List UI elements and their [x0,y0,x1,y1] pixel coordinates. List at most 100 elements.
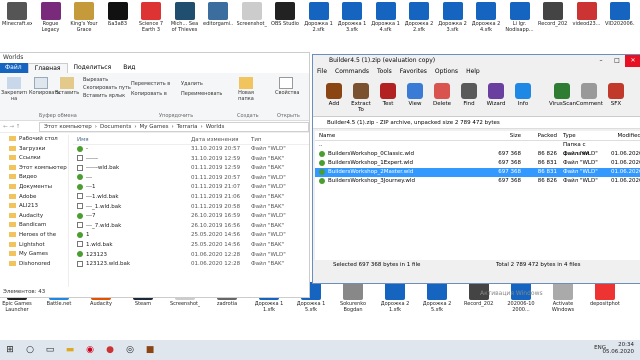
toolbar-button[interactable]: Info [510,77,536,116]
app-taskbar-icon[interactable]: ■ [140,343,160,357]
file-row[interactable]: ------wld.bak 01.11.2019 12:59 Файл "BAK" [73,164,309,174]
column-name[interactable]: Имя [73,135,191,144]
file-row[interactable]: ---_7.wld.bak 26.10.2019 16:56 Файл "BAK" [73,222,309,232]
desktop-shortcut-18[interactable]: VID202006... [605,2,635,33]
toolbar-button[interactable]: View [402,77,428,116]
breadcrumb-item[interactable]: Documents [100,124,131,130]
breadcrumb-item[interactable]: My Games [140,124,169,130]
nav-item[interactable]: Adobe [0,193,68,203]
file-row[interactable]: ---_1.wld.bak 01.11.2019 20:58 Файл "BAK" [73,203,309,213]
nav-arrows-icon[interactable]: ← → ↑ [0,124,39,130]
file-row[interactable]: 123123.wld.bak 01.06.2020 12:28 Файл "BAK" [73,260,309,270]
column-size[interactable]: Size [487,131,521,140]
file-row[interactable]: ---1.wld.bak 01.11.2019 21:06 Файл "BAK" [73,193,309,203]
desktop-shortcut-0[interactable]: Minecraft.ex... [2,2,32,33]
archive-row[interactable]: BuildersWorkshop_3Journey.wld 697 368 86 8… [315,177,640,186]
desktop-shortcut-3[interactable]: Ба3а83 [103,2,133,33]
desktop-shortcut-1[interactable]: Rogue Legacy [36,2,66,33]
file-row[interactable]: - 31.10.2019 20:57 Файл "WLD" [73,145,309,155]
desktop-shortcut-bottom-9[interactable]: Дорожка 2 1.sfk [380,282,410,313]
menu-item[interactable]: Tools [377,67,392,77]
archive-row[interactable]: BuildersWorkshop_2Master.wld 697 368 86 83… [315,168,640,177]
search-icon[interactable]: ○ [20,343,40,357]
close-icon[interactable]: ✕ [625,55,640,67]
rename-button[interactable]: Переименовать [181,91,222,97]
desktop-shortcut-bottom-11[interactable]: Record_202... [464,282,494,313]
desktop-shortcut-12[interactable]: Дорожка 2 2.sfk [404,2,434,33]
desktop-shortcut-bottom-14[interactable]: depositphoto [590,282,620,313]
desktop-shortcut-15[interactable]: Li Igr. Nodisapp... [505,2,535,33]
maximize-icon[interactable]: □ [609,55,625,67]
tab-file[interactable]: Файл [0,63,28,73]
language-indicator[interactable]: ENG [594,345,606,352]
column-type[interactable]: Type [557,131,611,140]
delete-button[interactable]: Удалить [181,81,203,87]
start-icon[interactable]: ⊞ [0,343,20,357]
toolbar-button[interactable]: Wizard [483,77,509,116]
column-modified[interactable]: Modified [611,131,640,140]
new-folder-button[interactable]: Новая папка [235,77,257,102]
desktop-shortcut-14[interactable]: Дорожка 2 4.sfk [471,2,501,33]
file-explorer-taskbar-icon[interactable]: ▬ [60,343,80,357]
archive-row[interactable]: BuildersWorkshop_0Classic.wld 697 368 86 8… [315,150,640,159]
toolbar-button[interactable]: Add [321,77,347,116]
clock-date[interactable]: 05.06.2020 [603,349,635,356]
file-row[interactable]: ------ 31.10.2019 12:59 Файл "BAK" [73,155,309,165]
tab-share[interactable]: Поделиться [68,63,118,73]
file-row[interactable]: 1 25.05.2020 14:56 Файл "WLD" [73,231,309,241]
move-to-button[interactable]: Переместить в [131,81,170,87]
desktop-shortcut-13[interactable]: Дорожка 2 3.sfk [438,2,468,33]
column-packed[interactable]: Packed [521,131,557,140]
properties-button[interactable]: Свойства [275,77,299,96]
desktop-shortcut-16[interactable]: Record_202... [538,2,568,33]
desktop-shortcut-8[interactable]: OBS Studio [270,2,300,33]
nav-item[interactable]: Этот компьютер [0,164,68,174]
nav-item[interactable]: Bandicam [0,221,68,231]
file-row[interactable]: 1.wld.bak 25.05.2020 14:56 Файл "BAK" [73,241,309,251]
desktop-shortcut-bottom-8[interactable]: Sokurenko Bogdan [338,282,368,313]
column-name[interactable]: Name [315,131,487,140]
desktop-shortcut-bottom-13[interactable]: Activate Windows [548,282,578,313]
column-date[interactable]: Дата изменения [191,135,251,144]
paste-button[interactable]: Вставить [55,77,79,96]
record-taskbar-icon[interactable]: ● [100,343,120,357]
file-row[interactable]: --- 01.11.2019 20:57 Файл "WLD" [73,174,309,184]
toolbar-button[interactable]: Extract To [348,77,374,116]
menu-item[interactable]: Options [435,67,458,77]
nav-item[interactable]: Audacity [0,212,68,222]
desktop-shortcut-bottom-10[interactable]: Дорожка 2 5.sfk [422,282,452,313]
file-row[interactable]: 123123 01.06.2020 12:28 Файл "WLD" [73,251,309,261]
breadcrumb-item[interactable]: Terraria [177,124,198,130]
tab-home[interactable]: Главная [27,63,68,73]
nav-item[interactable]: Рабочий стол [0,135,68,145]
toolbar-button[interactable]: VirusScan [549,77,576,116]
toolbar-button[interactable]: Find [456,77,482,116]
copy-path-button[interactable]: Скопировать путь [83,85,131,91]
desktop-shortcut-9[interactable]: Дорожка 1 2.sfk [304,2,334,33]
desktop-shortcut-2[interactable]: King's Your Grace [69,2,99,33]
desktop-shortcut-7[interactable]: Screenshot_4 [237,2,267,33]
desktop-shortcut-bottom-12[interactable]: 202006-10 2000... [506,282,536,313]
clock-time[interactable]: 20:34 [603,342,634,349]
menu-item[interactable]: Favorites [400,67,427,77]
breadcrumb-item[interactable]: Этот компьютер [44,124,92,130]
archive-row[interactable]: BuildersWorkshop_1Expert.wld 697 368 86 83… [315,159,640,168]
breadcrumb-item[interactable]: Worlds [206,124,225,130]
copy-button[interactable]: Копировать [29,77,60,96]
menu-item[interactable]: Commands [335,67,369,77]
desktop-shortcut-17[interactable]: videod23... [572,2,602,33]
nav-item[interactable]: Видео [0,173,68,183]
address-path[interactable]: Этот компьютер › Documents › My Games › Terrar… [39,121,309,132]
tab-view[interactable]: Вид [117,63,141,73]
menu-item[interactable]: File [317,67,327,77]
toolbar-button[interactable]: Test [375,77,401,116]
task-view-icon[interactable]: ▭ [40,343,60,357]
menu-item[interactable]: Help [466,67,480,77]
paste-shortcut-button[interactable]: Вставить ярлык [83,93,125,99]
nav-item[interactable]: Dishonored [0,260,68,270]
pin-quick-access-button[interactable]: Закрепить на панели быстрого доступа [1,77,27,102]
desktop-shortcut-11[interactable]: Дорожка 1 4.sfk [371,2,401,33]
nav-item[interactable]: Документы [0,183,68,193]
desktop-shortcut-5[interactable]: Mich... Sea of Thieves [170,2,200,33]
parent-folder-row[interactable]: .. Папка с файлами [315,141,640,157]
